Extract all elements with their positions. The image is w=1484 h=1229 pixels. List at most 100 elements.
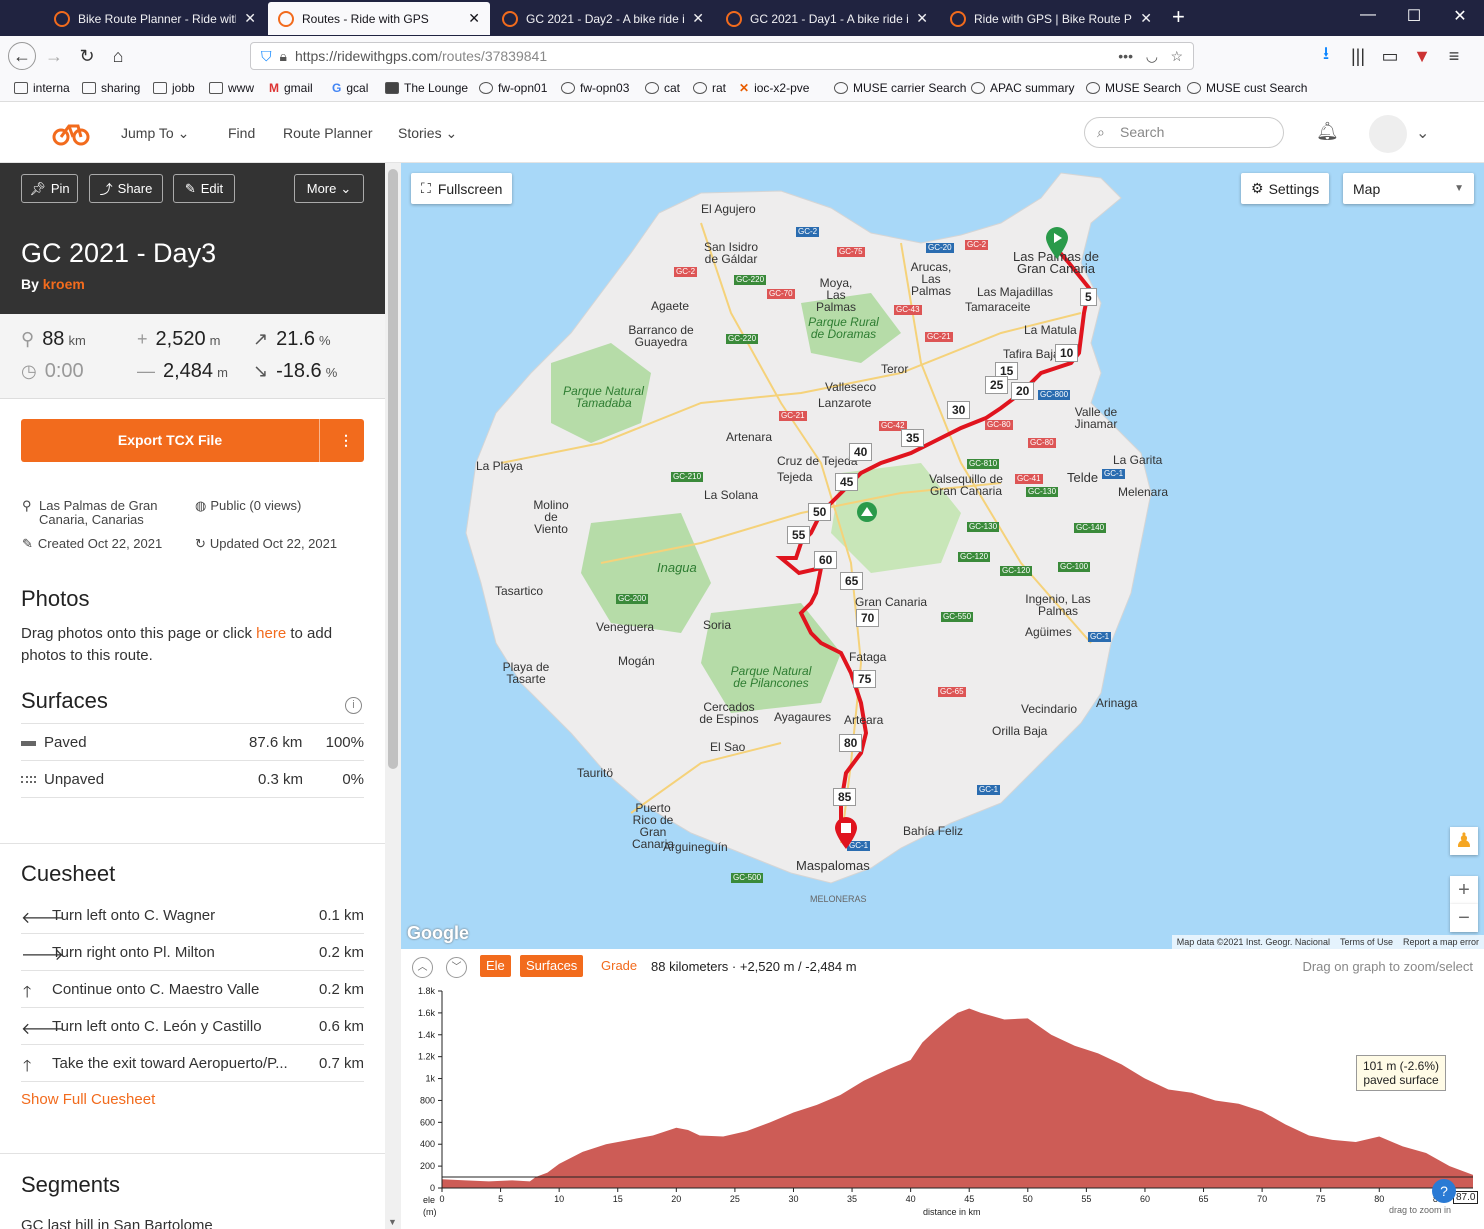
browser-tab-active[interactable]: Routes - Ride with GPS ✕ [268,2,490,35]
close-tab-icon[interactable]: ✕ [692,10,704,27]
ridewithgps-logo-icon[interactable] [52,117,90,147]
bookmark-link[interactable]: cat [645,81,680,95]
help-icon[interactable]: ? [1432,1179,1456,1203]
fullscreen-button[interactable]: ⛶ Fullscreen [411,173,513,204]
km-marker[interactable]: 5 [1080,288,1097,306]
report-error-link[interactable]: Report a map error [1403,937,1479,947]
page-actions-icon[interactable]: ••• [1118,48,1133,64]
bookmark-link[interactable]: APAC summary [971,81,1074,95]
km-marker[interactable]: 60 [814,551,838,569]
cue-row[interactable]: 🡑 Take the exit toward Aeropuerto/P... 0… [21,1045,364,1082]
close-window-icon[interactable]: ✕ [1440,6,1480,26]
browser-tab[interactable]: Ride with GPS | Bike Route Plan ✕ [940,2,1162,35]
km-marker[interactable]: 30 [947,401,971,419]
end-marker-icon[interactable] [833,816,859,850]
export-options-icon[interactable]: ⋮ [331,419,361,462]
add-photos-link[interactable]: here [256,625,286,642]
close-tab-icon[interactable]: ✕ [1140,10,1152,27]
minimize-icon[interactable]: — [1348,6,1388,24]
nav-route-planner[interactable]: Route Planner [283,125,373,141]
km-marker[interactable]: 50 [808,503,832,521]
scrollbar-thumb[interactable] [388,169,398,769]
shield-icon[interactable]: ⛉ [261,48,272,65]
map-settings-button[interactable]: ⚙ Settings [1241,173,1330,204]
route-map[interactable]: ⛶ Fullscreen ⚙ Settings Map ▼ El Agujero Sa… [401,163,1484,949]
km-marker[interactable]: 40 [849,443,873,461]
km-marker[interactable]: 75 [853,670,877,688]
elevation-chart[interactable]: 0 200 400 600 800 1k 1.2k 1.4k 1.6k 1.8k 0 5 10 15 20 2… [401,949,1484,1229]
browser-tab[interactable]: GC 2021 - Day1 - A bike ride in ✕ [716,2,938,35]
bookmark-link[interactable]: Ggcal [332,81,368,95]
extension-icon[interactable]: ▼ [1408,42,1436,70]
cue-row[interactable]: 🡑 Continue onto C. Maestro Valle 0.2 km [21,971,364,1008]
export-tcx-button[interactable]: Export TCX File ⋮ [21,419,364,462]
km-marker[interactable]: 80 [839,734,863,752]
forward-icon[interactable]: → [40,42,68,70]
home-icon[interactable]: ⌂ [104,42,132,70]
more-button[interactable]: More ⌄ [294,174,364,203]
share-button[interactable]: ⤴ Share [89,174,163,203]
avatar[interactable] [1369,115,1407,153]
bookmark-star-icon[interactable]: ☆ [1170,48,1183,65]
bookmark-link[interactable]: fw-opn03 [561,81,629,95]
browser-tab[interactable]: GC 2021 - Day2 - A bike ride in ✕ [492,2,714,35]
pocket-icon[interactable]: ◡ [1146,48,1158,65]
back-icon[interactable]: ← [8,42,36,70]
close-tab-icon[interactable]: ✕ [244,10,256,27]
cue-row[interactable]: 🡒 Turn right onto Pl. Milton 0.2 km [21,934,364,971]
km-marker[interactable]: 70 [856,609,880,627]
segment-item[interactable]: GC last hill in San Bartolome [21,1217,213,1229]
author-link[interactable]: kroem [43,276,85,292]
sidebar-icon[interactable]: ▭ [1376,42,1404,70]
nav-stories[interactable]: Stories ⌄ [398,125,457,142]
nav-jump-to[interactable]: Jump To ⌄ [121,125,189,142]
bookmark-link[interactable]: MUSE carrier Search [834,81,966,95]
km-marker[interactable]: 10 [1055,344,1079,362]
show-full-cuesheet-link[interactable]: Show Full Cuesheet [21,1091,155,1108]
scroll-down-icon[interactable]: ▼ [388,1217,397,1227]
bookmark-link[interactable]: Mgmail [269,81,313,95]
url-bar[interactable]: ⛉ 🔒︎ https://ridewithgps.com/routes/3783… [250,42,1194,70]
download-icon[interactable]: ⭳ [1312,42,1340,70]
cue-row[interactable]: 🡐 Turn left onto C. León y Castillo 0.6 … [21,1008,364,1045]
street-view-pegman-icon[interactable]: ♟ [1450,827,1478,855]
km-marker[interactable]: 35 [901,429,925,447]
info-icon[interactable]: i [345,697,362,714]
bookmark-link[interactable]: rat [693,81,726,95]
km-marker[interactable]: 65 [840,572,864,590]
close-tab-icon[interactable]: ✕ [468,10,480,27]
bookmark-link[interactable]: The Lounge [385,81,468,95]
km-marker[interactable]: 55 [787,526,811,544]
km-marker[interactable]: 85 [833,788,857,806]
lock-icon[interactable]: 🔒︎ [280,48,287,65]
menu-icon[interactable]: ≡ [1440,42,1468,70]
close-tab-icon[interactable]: ✕ [916,10,928,27]
pin-button[interactable]: 📌︎ Pin [21,174,78,203]
chevron-down-icon[interactable]: ⌄ [1416,123,1429,143]
cue-row[interactable]: 🡐 Turn left onto C. Wagner 0.1 km [21,897,364,934]
new-tab-icon[interactable]: + [1172,4,1185,30]
bookmark-link[interactable]: fw-opn01 [479,81,547,95]
bookmark-folder[interactable]: sharing [82,81,140,95]
edit-button[interactable]: ✎ Edit [173,174,235,203]
nav-find[interactable]: Find [228,125,255,141]
km-marker[interactable]: 45 [835,473,859,491]
bookmark-link[interactable]: ✕ ioc-x2-pve [739,81,809,95]
km-marker[interactable]: 25 [985,376,1009,394]
search-input[interactable]: ⌕ Search [1084,117,1284,148]
zoom-out-button[interactable]: − [1450,904,1478,932]
notifications-bell-icon[interactable]: 🔔︎ [1316,121,1339,142]
bookmark-folder[interactable]: interna [14,81,70,95]
start-marker-icon[interactable] [1044,226,1070,260]
map-type-select[interactable]: Map ▼ [1343,173,1474,204]
maximize-icon[interactable]: ☐ [1394,6,1434,26]
bookmark-folder[interactable]: jobb [153,81,195,95]
zoom-in-button[interactable]: + [1450,876,1478,904]
sidebar-scrollbar[interactable]: ▼ [385,163,401,1229]
bookmark-link[interactable]: MUSE Search [1086,81,1181,95]
terms-link[interactable]: Terms of Use [1340,937,1393,947]
bookmark-folder[interactable]: www [209,81,254,95]
bookmark-link[interactable]: MUSE cust Search [1187,81,1307,95]
library-icon[interactable]: ||| [1344,42,1372,70]
km-marker[interactable]: 20 [1011,382,1035,400]
